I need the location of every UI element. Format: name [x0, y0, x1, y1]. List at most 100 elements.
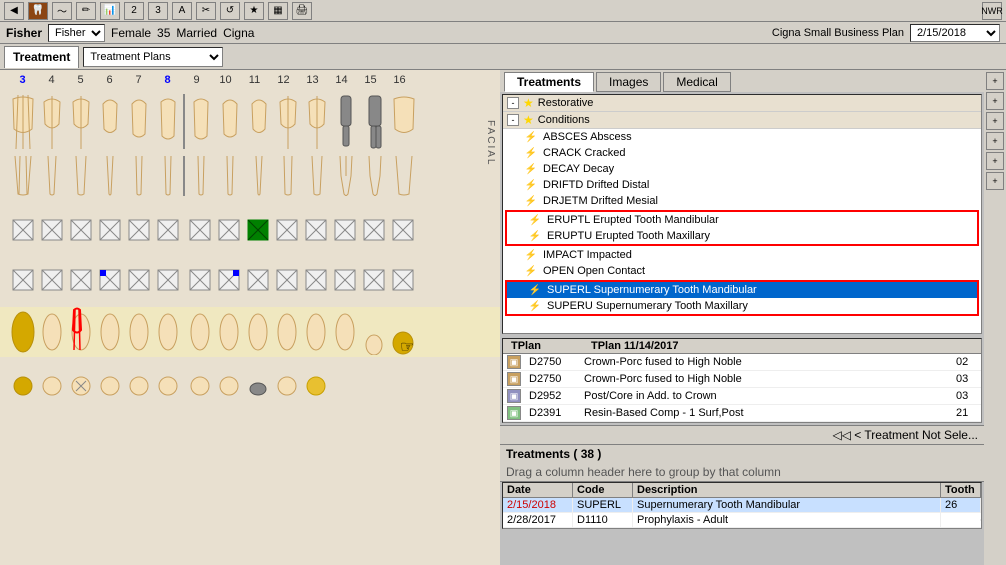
conditions-header[interactable]: - ★ Conditions	[503, 112, 981, 129]
xbox-7[interactable]	[124, 205, 153, 255]
lxbox-14[interactable]	[330, 255, 359, 305]
tooth-15[interactable]	[360, 97, 389, 147]
lower-16[interactable]	[388, 307, 417, 357]
plan-select[interactable]: Treatment Plans	[83, 47, 223, 67]
tplan-row-1[interactable]: ▣ D2750 Crown-Porc fused to High Noble 0…	[503, 354, 981, 371]
scissor-icon[interactable]: ✂	[196, 2, 216, 20]
lxbox-5[interactable]	[66, 255, 95, 305]
printer-icon[interactable]: 🖨	[292, 2, 312, 20]
conditions-expand[interactable]: -	[507, 114, 519, 126]
lower-7[interactable]	[124, 307, 153, 357]
lower-12[interactable]	[272, 307, 301, 357]
cond-drjetm[interactable]: ⚡ DRJETM Drifted Mesial	[503, 193, 981, 209]
tooth-8[interactable]	[153, 97, 182, 147]
lower-4[interactable]	[37, 307, 66, 357]
xbox-11-green[interactable]	[243, 205, 272, 255]
tooth-14[interactable]	[331, 97, 360, 147]
lxbox-7[interactable]	[124, 255, 153, 305]
tab-medical[interactable]: Medical	[663, 72, 730, 92]
tooth-9[interactable]	[186, 97, 215, 147]
2-icon[interactable]: 2	[124, 2, 144, 20]
xbox-14[interactable]	[330, 205, 359, 255]
refresh-icon[interactable]: ↺	[220, 2, 240, 20]
lower-11[interactable]	[243, 307, 272, 357]
grid-icon[interactable]: ▦	[268, 2, 288, 20]
cond-open[interactable]: ⚡ OPEN Open Contact	[503, 263, 981, 279]
lower-8[interactable]	[153, 307, 182, 357]
treat-row-2[interactable]: 2/28/2017 D1110 Prophylaxis - Adult	[503, 513, 981, 528]
star-icon[interactable]: ★	[244, 2, 264, 20]
restorative-header[interactable]: - ★ Restorative	[503, 95, 981, 112]
treat-row-1[interactable]: 2/15/2018 SUPERL Supernumerary Tooth Man…	[503, 498, 981, 513]
tooth-4[interactable]	[37, 97, 66, 147]
expand-d2b-btn[interactable]: +	[986, 92, 1004, 110]
wave-icon[interactable]: 〜	[52, 2, 72, 20]
expand-d2-btn[interactable]: +	[986, 72, 1004, 90]
lxbox-9[interactable]	[185, 255, 214, 305]
xbox-8[interactable]	[153, 205, 182, 255]
restorative-expand[interactable]: -	[507, 97, 519, 109]
lower-9[interactable]	[185, 307, 214, 357]
tooth-3[interactable]	[8, 97, 37, 147]
tooth-icon[interactable]: 🦷	[28, 2, 48, 20]
xbox-10[interactable]	[214, 205, 243, 255]
lxbox-15[interactable]	[359, 255, 388, 305]
xbox-3[interactable]	[8, 205, 37, 255]
lxbox-8[interactable]	[153, 255, 182, 305]
cond-eruptu[interactable]: ⚡ ERUPTU Erupted Tooth Maxillary	[507, 228, 977, 244]
tooth-10[interactable]	[215, 97, 244, 147]
xbox-16[interactable]	[388, 205, 417, 255]
expand-flex3-btn[interactable]: +	[986, 172, 1004, 190]
back-icon[interactable]: ◀	[4, 2, 24, 20]
lxbox-13[interactable]	[301, 255, 330, 305]
lower-13[interactable]	[301, 307, 330, 357]
xbox-6[interactable]	[95, 205, 124, 255]
lower-5-special[interactable]	[66, 307, 95, 357]
lxbox-6[interactable]	[95, 255, 124, 305]
treatment-tab[interactable]: Treatment	[4, 46, 79, 68]
tooth-6[interactable]	[95, 97, 124, 147]
cond-decay[interactable]: ⚡ DECAY Decay	[503, 161, 981, 177]
xbox-5[interactable]	[66, 205, 95, 255]
xbox-9[interactable]	[185, 205, 214, 255]
lower-6[interactable]	[95, 307, 124, 357]
lower-14[interactable]	[330, 307, 359, 357]
lxbox-10[interactable]	[214, 255, 243, 305]
expand-flex1-btn[interactable]: +	[986, 132, 1004, 150]
lxbox-11[interactable]	[243, 255, 272, 305]
cond-eruptl[interactable]: ⚡ ERUPTL Erupted Tooth Mandibular	[507, 212, 977, 228]
cond-superu[interactable]: ⚡ SUPERU Supernumerary Tooth Maxillary	[507, 298, 977, 314]
tplan-row-3[interactable]: ▣ D2952 Post/Core in Add. to Crown 03	[503, 388, 981, 405]
expand-flex2-btn[interactable]: +	[986, 152, 1004, 170]
tooth-13[interactable]	[302, 97, 331, 147]
xbox-4[interactable]	[37, 205, 66, 255]
xbox-15[interactable]	[359, 205, 388, 255]
lxbox-12[interactable]	[272, 255, 301, 305]
tooth-12[interactable]	[273, 97, 302, 147]
lxbox-16[interactable]	[388, 255, 417, 305]
lxbox-3[interactable]	[8, 255, 37, 305]
cond-superl[interactable]: ⚡ SUPERL Supernumerary Tooth Mandibular	[507, 282, 977, 298]
date-dropdown[interactable]: 2/15/2018	[910, 24, 1000, 42]
expand-d6-btn[interactable]: +	[986, 112, 1004, 130]
tab-treatments[interactable]: Treatments	[504, 72, 594, 92]
letter-icon[interactable]: A	[172, 2, 192, 20]
cond-crack[interactable]: ⚡ CRACK Cracked	[503, 145, 981, 161]
cond-absces[interactable]: ⚡ ABSCES Abscess	[503, 129, 981, 145]
lower-10[interactable]	[214, 307, 243, 357]
tplan-row-2[interactable]: ▣ D2750 Crown-Porc fused to High Noble 0…	[503, 371, 981, 388]
patient-name-dropdown[interactable]: Fisher	[48, 24, 105, 42]
xbox-13[interactable]	[301, 205, 330, 255]
nwr-icon[interactable]: NWR	[982, 2, 1002, 20]
tab-images[interactable]: Images	[596, 72, 661, 92]
3-icon[interactable]: 3	[148, 2, 168, 20]
lower-3[interactable]	[8, 307, 37, 357]
tooth-7[interactable]	[124, 97, 153, 147]
tplan-row-4[interactable]: ▣ D2391 Resin-Based Comp - 1 Surf,Post 2…	[503, 405, 981, 422]
cond-driftd[interactable]: ⚡ DRIFTD Drifted Distal	[503, 177, 981, 193]
cond-impact[interactable]: ⚡ IMPACT Impacted	[503, 247, 981, 263]
lxbox-4[interactable]	[37, 255, 66, 305]
tooth-5[interactable]	[66, 97, 95, 147]
tooth-16[interactable]	[389, 97, 418, 147]
pen-icon[interactable]: ✏	[76, 2, 96, 20]
